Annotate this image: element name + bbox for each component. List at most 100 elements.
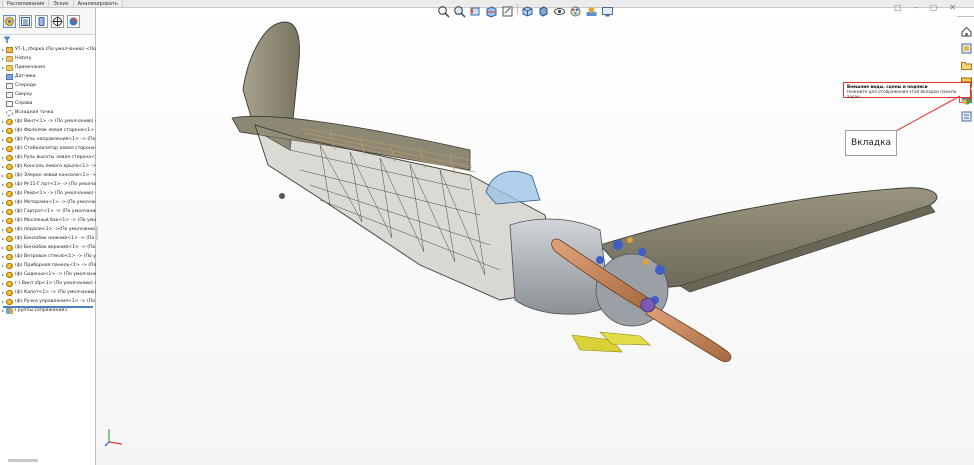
tail-wheel <box>279 193 285 199</box>
tree-item-label: (ф) Ручка управления<1> -> (По у <box>15 299 96 304</box>
manager-tabs <box>0 8 95 35</box>
view-orientation-icon[interactable] <box>521 3 534 17</box>
custom-properties-icon[interactable] <box>959 107 972 122</box>
fuselage-truss <box>289 144 501 276</box>
tree-item[interactable]: ▸ (ф) Приборная панель<1> -> (По у <box>0 261 96 270</box>
sensor-icon <box>6 73 13 80</box>
home-icon[interactable] <box>959 22 972 37</box>
apply-scene-icon[interactable] <box>585 3 598 16</box>
tree-item-label: (ф) Консоль левого крыла<1> -> ( <box>15 164 96 169</box>
solidworks-window: Распиливание Эскиз Анализировать ▸ УТ-1_… <box>0 0 974 465</box>
section-view-icon[interactable] <box>485 3 498 18</box>
tree-end-marker <box>3 306 93 308</box>
tree-item[interactable]: ▸ (-) Винт.sfp<1> (По умолчанию) < <box>0 279 96 288</box>
tree-item[interactable]: ▸ (ф) М-11-Г.прт<1> -> (По умолчание <box>0 180 96 189</box>
filter-icon[interactable] <box>3 36 11 44</box>
tree-item[interactable]: ▸ (ф) Элерон левой консоли<1> -> ( <box>0 171 96 180</box>
part-icon <box>6 127 13 134</box>
tree-item[interactable]: ▸ (ф) Стабилизатор левая сторона<1 <box>0 144 96 153</box>
part-icon <box>6 136 13 143</box>
tree-item[interactable]: ▸ (ф) Консоль левого крыла<1> -> ( <box>0 162 96 171</box>
property-manager-icon[interactable] <box>19 14 32 28</box>
tree-item-label: (ф) Бензобак нижний<1> -> (По у <box>15 236 96 241</box>
part-icon <box>6 208 13 215</box>
tree-filter[interactable] <box>0 35 95 45</box>
tree-item[interactable]: ▸ (ф) Руль высоты левая сторона<1> <box>0 153 96 162</box>
part-icon <box>6 118 13 125</box>
callout-box: Вкладка <box>845 130 897 156</box>
tab-evaluate[interactable]: Анализировать <box>74 0 123 7</box>
tree-item[interactable]: Справа <box>0 99 96 108</box>
propeller-blade-upper <box>551 238 649 311</box>
cowling <box>509 218 611 315</box>
tree-item[interactable]: ▸ History <box>0 54 96 63</box>
toolbar-separator <box>517 3 518 15</box>
tree-item[interactable]: ▸ (ф) Винт<1> -> (По умолчанию) < <box>0 117 96 126</box>
tree-item[interactable]: Сверху <box>0 90 96 99</box>
tree-item[interactable]: ▸(ф) Гаргрот<1> -> (По умолчанию) < <box>0 207 96 216</box>
propeller-blade-lower <box>645 303 732 363</box>
display-style-icon[interactable] <box>537 3 550 17</box>
tree-item[interactable]: ▸ (ф) Фюзеляж левая сторона<1> -> ( <box>0 126 96 135</box>
mates-icon <box>6 307 13 314</box>
dimxpert-manager-icon[interactable] <box>51 14 64 28</box>
hide-show-items-icon[interactable] <box>553 3 566 16</box>
part-icon <box>6 145 13 152</box>
tree-item[interactable]: ▸ (ф) Масляный бак<1> -> (По умол <box>0 216 96 225</box>
zoom-to-area-icon[interactable] <box>453 3 466 18</box>
fuselage <box>254 124 561 301</box>
panel-splitter[interactable] <box>95 226 98 240</box>
orientation-triad <box>104 429 123 447</box>
aileron <box>679 204 936 293</box>
feature-manager-icon[interactable] <box>3 14 16 28</box>
tree-item[interactable]: ▸ (ф) педали<1> ->(По умолчанию) <box>0 225 96 234</box>
tree-item-label: Спереди <box>15 83 36 88</box>
horizontal-scrollbar[interactable] <box>8 459 38 462</box>
maximize-icon[interactable]: ▢ <box>930 3 938 12</box>
tree-item-label: (ф) Приборная панель<1> -> (По у <box>15 263 96 268</box>
part-icon <box>6 244 13 251</box>
zoom-to-fit-icon[interactable] <box>437 3 450 18</box>
dynamic-annotation-icon[interactable] <box>501 3 514 16</box>
tree-item-label: Сверху <box>15 92 33 97</box>
tree-item-label: Примечания <box>15 65 45 70</box>
tab-sketch-cut[interactable]: Распиливание <box>3 0 50 7</box>
tree-item[interactable]: ▸ (ф) Ветровое стекло<1> -> (По ум <box>0 252 96 261</box>
minimize-icon[interactable]: – <box>914 3 918 12</box>
part-icon <box>6 298 13 305</box>
display-manager-icon[interactable] <box>67 14 80 28</box>
tree-item[interactable]: Исходная точка <box>0 108 96 117</box>
tree-item-label: (ф) Стабилизатор левая сторона<1 <box>15 146 96 151</box>
heads-up-view-toolbar <box>437 1 614 18</box>
tree-item[interactable]: Датчики <box>0 72 96 81</box>
tree-item[interactable]: ▸ (ф) Ручка управления<1> -> (По у <box>0 297 96 306</box>
plane-icon <box>6 91 13 98</box>
tree-item[interactable]: ▸ (ф) Рама<1> -> (По умолчанию) < <box>0 189 96 198</box>
tree-item[interactable]: ▸ (ф) Бензобак верхний<1> -> (По у <box>0 243 96 252</box>
file-explorer-icon[interactable] <box>959 56 972 70</box>
tree-item[interactable]: ▸ (ф) Бензобак нижний<1> -> (По у <box>0 234 96 243</box>
configuration-manager-icon[interactable] <box>35 14 48 28</box>
aircraft-3d-model[interactable] <box>0 0 974 465</box>
part-icon <box>6 163 13 170</box>
close-icon[interactable]: ✕ <box>949 3 956 12</box>
part-icon <box>6 253 13 260</box>
tree-item[interactable]: ▸ (ф) Руль направления<1> -> (По у <box>0 135 96 144</box>
restore-icon[interactable]: □ <box>894 3 902 12</box>
tree-item-label: (ф) М-11-Г.прт<1> -> (По умолчание <box>15 182 96 187</box>
previous-view-icon[interactable] <box>469 3 482 16</box>
tree-item[interactable]: ▸ (ф) Моторама<1> -> (По умолчани <box>0 198 96 207</box>
tab-sketch[interactable]: Эскиз <box>49 0 74 7</box>
tree-item[interactable]: Спереди <box>0 81 96 90</box>
design-library-icon[interactable] <box>959 39 972 54</box>
tree-item[interactable]: ▸ (ф) Сиденье<1> -> (По умолчани <box>0 270 96 279</box>
tree-item-label: (ф) Гаргрот<1> -> (По умолчанию) < <box>15 209 96 214</box>
view-settings-icon[interactable] <box>601 3 614 16</box>
edit-appearance-icon[interactable] <box>569 3 582 16</box>
tree-root[interactable]: ▸ УТ-1_сборка (По умолчанию) <По умо <box>0 45 96 54</box>
tree-item-label: (ф) Масляный бак<1> -> (По умол <box>15 218 96 223</box>
task-pane-divider <box>957 16 974 17</box>
tree-item[interactable]: ▸ (ф) Капот<1> -> (По умолчанию) < <box>0 288 96 297</box>
tooltip-body: Нажмите для отображения этой вкладки пан… <box>847 89 957 99</box>
tree-item[interactable]: ▸ Примечания <box>0 63 96 72</box>
